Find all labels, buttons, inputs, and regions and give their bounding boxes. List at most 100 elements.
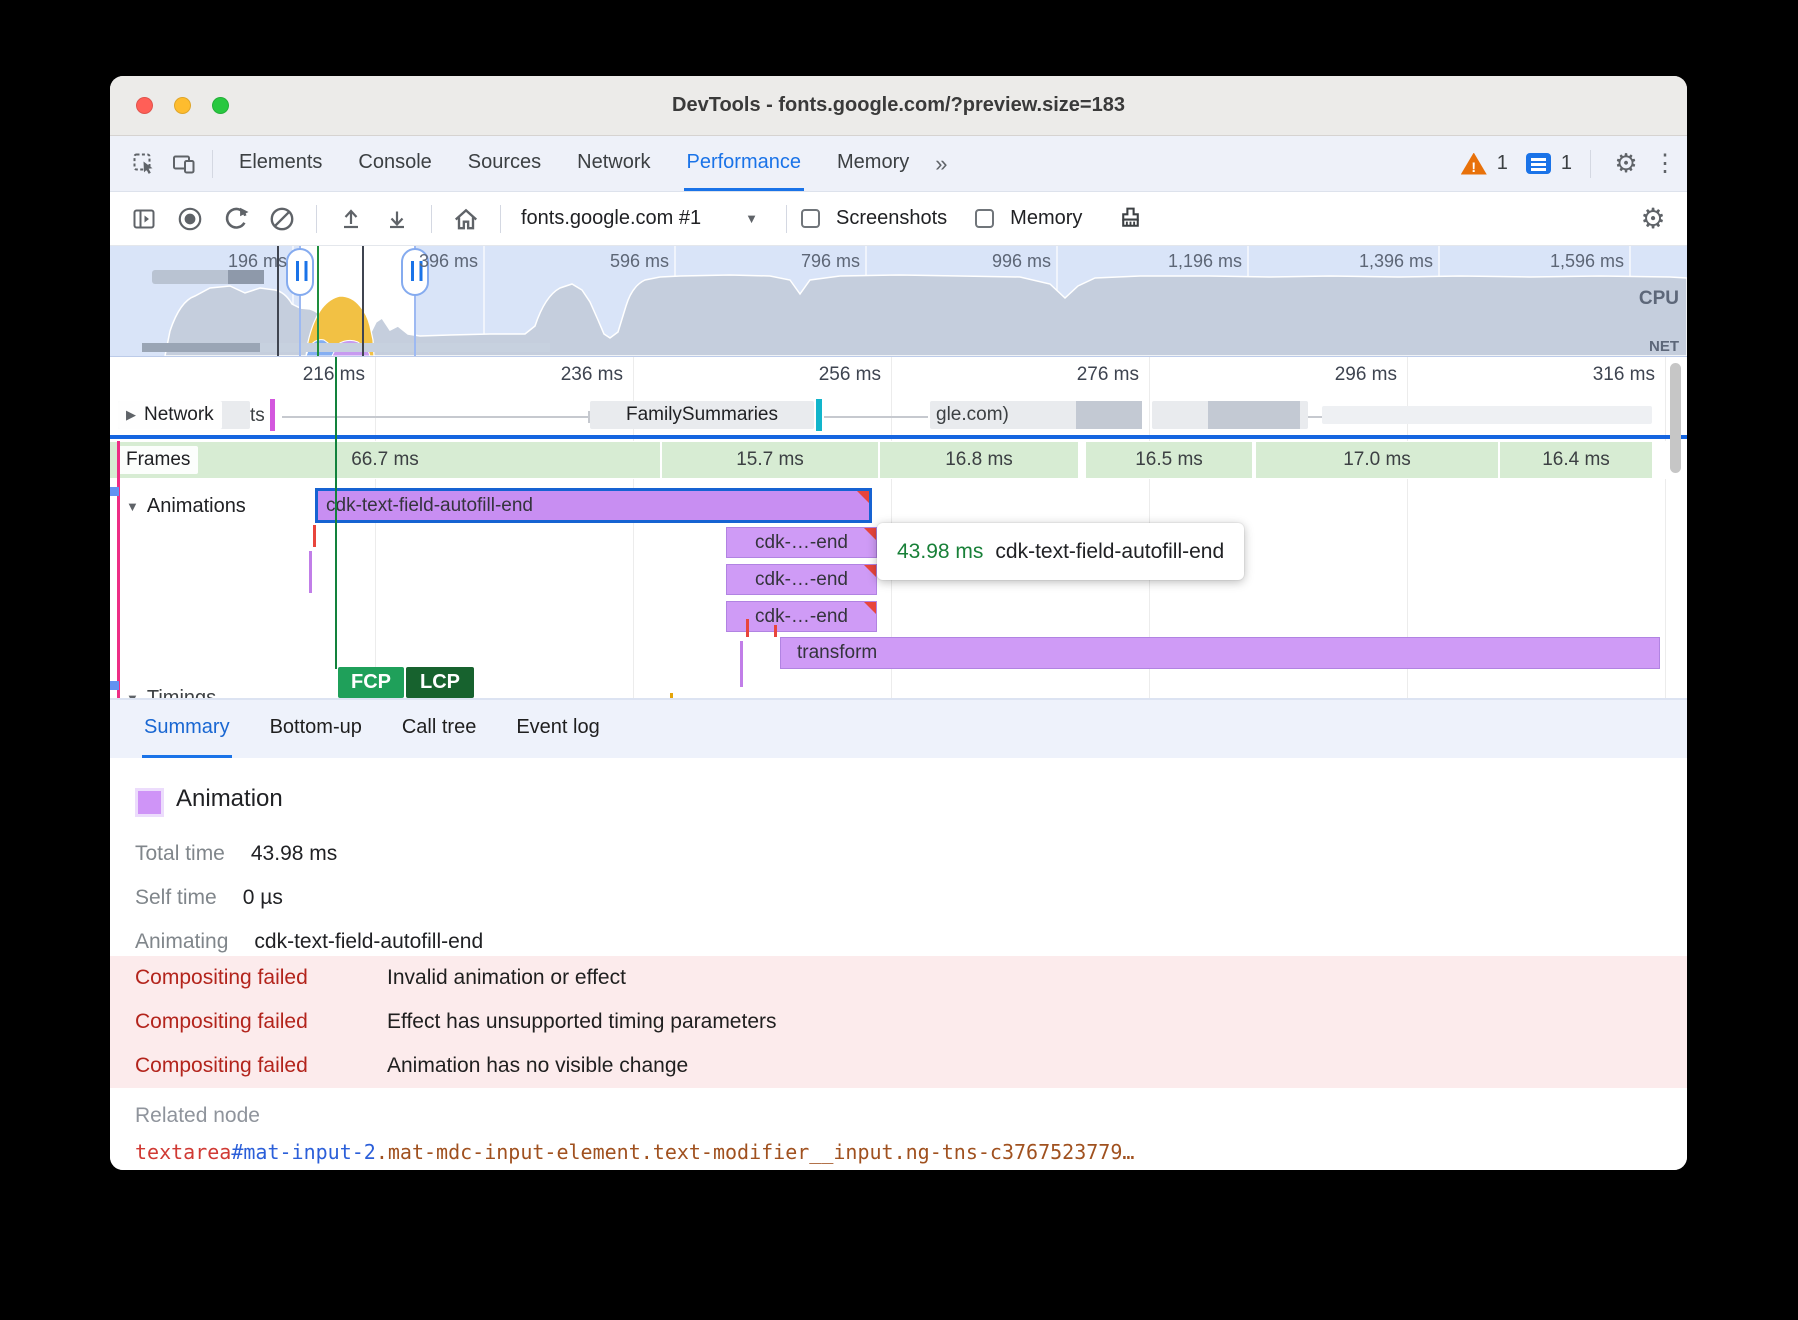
network-request-bar[interactable]: gle.com) [930, 401, 1142, 429]
animation-bar-transform[interactable]: transform [780, 637, 1660, 669]
event-tick-red [313, 525, 316, 547]
animation-bar[interactable]: cdk-…-end [726, 564, 877, 595]
load-profile-button[interactable] [331, 199, 371, 239]
animation-name: cdk-…-end [755, 569, 848, 591]
node-tag: textarea [135, 1140, 231, 1164]
tab-elements[interactable]: Elements [236, 136, 325, 191]
tab-sources[interactable]: Sources [465, 136, 544, 191]
fcp-badge[interactable]: FCP [338, 667, 404, 698]
save-profile-button[interactable] [377, 199, 417, 239]
frame-duration[interactable]: 16.8 ms [880, 442, 1078, 478]
row-value: 43.98 ms [251, 842, 337, 866]
frame-duration[interactable]: 16.4 ms [1500, 442, 1652, 478]
window-titlebar: DevTools - fonts.google.com/?preview.siz… [110, 76, 1687, 136]
animation-name: cdk-…-end [755, 532, 848, 554]
timings-track-header[interactable]: ▼ Timings [126, 687, 216, 698]
network-marker-cyan [816, 399, 822, 431]
home-button[interactable] [446, 199, 486, 239]
network-request-bar[interactable] [1322, 406, 1652, 424]
animation-bar-selected[interactable]: cdk-text-field-autofill-end [315, 488, 872, 523]
issues-icon[interactable] [1526, 153, 1551, 174]
reload-and-record-button[interactable] [216, 199, 256, 239]
clear-recording-button[interactable] [262, 199, 302, 239]
details-tabbar: Summary Bottom-up Call tree Event log [110, 698, 1687, 758]
frames-track-label[interactable]: Frames [118, 446, 198, 474]
left-selection-handle[interactable] [287, 249, 313, 295]
download-icon [384, 206, 410, 232]
overview-time-label: 1,196 ms [1142, 251, 1242, 272]
kebab-menu-icon[interactable]: ⋮ [1653, 149, 1677, 178]
lcp-badge[interactable]: LCP [406, 667, 474, 698]
clear-icon [268, 205, 296, 233]
screenshots-label: Screenshots [836, 207, 947, 230]
network-request-bar[interactable]: FamilySummaries [590, 401, 814, 429]
track-resize-handle[interactable] [110, 681, 119, 690]
tab-event-log[interactable]: Event log [514, 700, 601, 758]
failure-message: Animation has no visible change [387, 1054, 688, 1078]
upload-icon [338, 206, 364, 232]
record-button[interactable] [170, 199, 210, 239]
close-window-button[interactable] [136, 97, 153, 114]
inspect-element-button[interactable] [124, 136, 164, 191]
related-node-link[interactable]: textarea#mat-input-2.mat-mdc-input-eleme… [135, 1140, 1134, 1164]
failure-message: Invalid animation or effect [387, 966, 626, 990]
compositing-failed-corner-icon [856, 490, 870, 504]
more-tabs-button[interactable]: » [935, 136, 949, 191]
collect-garbage-button[interactable] [1110, 199, 1150, 239]
timeline-tracks[interactable]: 216 ms 236 ms 256 ms 276 ms 296 ms 316 m… [110, 357, 1687, 698]
animations-track-header[interactable]: ▼ Animations [126, 495, 246, 518]
frames-track[interactable]: 66.7 ms 15.7 ms 16.8 ms 16.5 ms 17.0 ms … [110, 441, 1687, 479]
frame-duration[interactable]: 15.7 ms [662, 442, 878, 478]
disclosure-triangle-icon: ▶ [126, 407, 136, 423]
tab-bottom-up[interactable]: Bottom-up [268, 700, 364, 758]
failure-message: Effect has unsupported timing parameters [387, 1010, 777, 1034]
event-tick-purple [740, 641, 743, 687]
minimize-window-button[interactable] [174, 97, 191, 114]
history-select[interactable]: fonts.google.com #1 [521, 207, 701, 230]
traffic-lights [136, 76, 229, 135]
tab-summary[interactable]: Summary [142, 700, 232, 758]
warning-icon[interactable] [1461, 153, 1487, 175]
track-resize-handle[interactable] [110, 487, 119, 496]
cpu-activity-chart [110, 246, 1687, 356]
row-label: Total time [135, 842, 225, 866]
animation-tooltip: 43.98 ms cdk-text-field-autofill-end [877, 523, 1244, 580]
cpu-track-label: CPU [1639, 288, 1679, 310]
performance-toolbar: fonts.google.com #1 ▼ Screenshots Memory… [110, 192, 1687, 246]
network-request-bar[interactable] [1152, 401, 1308, 429]
compositing-failed-corner-icon [863, 601, 877, 615]
toggle-sidebar-button[interactable] [124, 199, 164, 239]
track-highlight-line [117, 441, 120, 698]
failure-label: Compositing failed [135, 1010, 387, 1034]
tab-console[interactable]: Console [355, 136, 434, 191]
frame-duration[interactable]: 17.0 ms [1256, 442, 1498, 478]
tab-performance[interactable]: Performance [684, 136, 805, 191]
failure-row: Compositing failed Invalid animation or … [110, 956, 1687, 1000]
overview-time-label: 196 ms [187, 251, 287, 272]
summary-row: Animating cdk-text-field-autofill-end [135, 930, 483, 954]
row-label: Animating [135, 930, 228, 954]
zoom-window-button[interactable] [212, 97, 229, 114]
tab-call-tree[interactable]: Call tree [400, 700, 478, 758]
node-classes: .mat-mdc-input-element.text-modifier__in… [376, 1140, 1135, 1164]
divider [1590, 150, 1591, 178]
tab-memory[interactable]: Memory [834, 136, 912, 191]
timeline-overview[interactable]: 196 ms 396 ms 596 ms 796 ms 996 ms 1,196… [110, 246, 1687, 357]
divider [316, 205, 317, 233]
request-active-segment [1208, 401, 1300, 429]
tab-network[interactable]: Network [574, 136, 653, 191]
network-track[interactable]: ts FamilySummaries gle.com) ▶ Network [110, 397, 1687, 433]
network-track-header[interactable]: ▶ Network [118, 401, 222, 429]
animation-bar[interactable]: cdk-…-end [726, 527, 877, 558]
warning-count: 1 [1497, 152, 1508, 175]
capture-settings-button[interactable]: ⚙ [1633, 199, 1673, 239]
divider [212, 150, 213, 178]
chevron-down-icon[interactable]: ▼ [745, 211, 758, 226]
vertical-scrollbar[interactable] [1670, 363, 1681, 473]
node-id: #mat-input-2 [231, 1140, 376, 1164]
frame-duration[interactable]: 16.5 ms [1086, 442, 1252, 478]
device-toolbar-button[interactable] [164, 136, 204, 191]
memory-checkbox[interactable] [975, 209, 994, 228]
settings-gear-icon[interactable]: ⚙ [1609, 148, 1643, 179]
screenshots-checkbox[interactable] [801, 209, 820, 228]
